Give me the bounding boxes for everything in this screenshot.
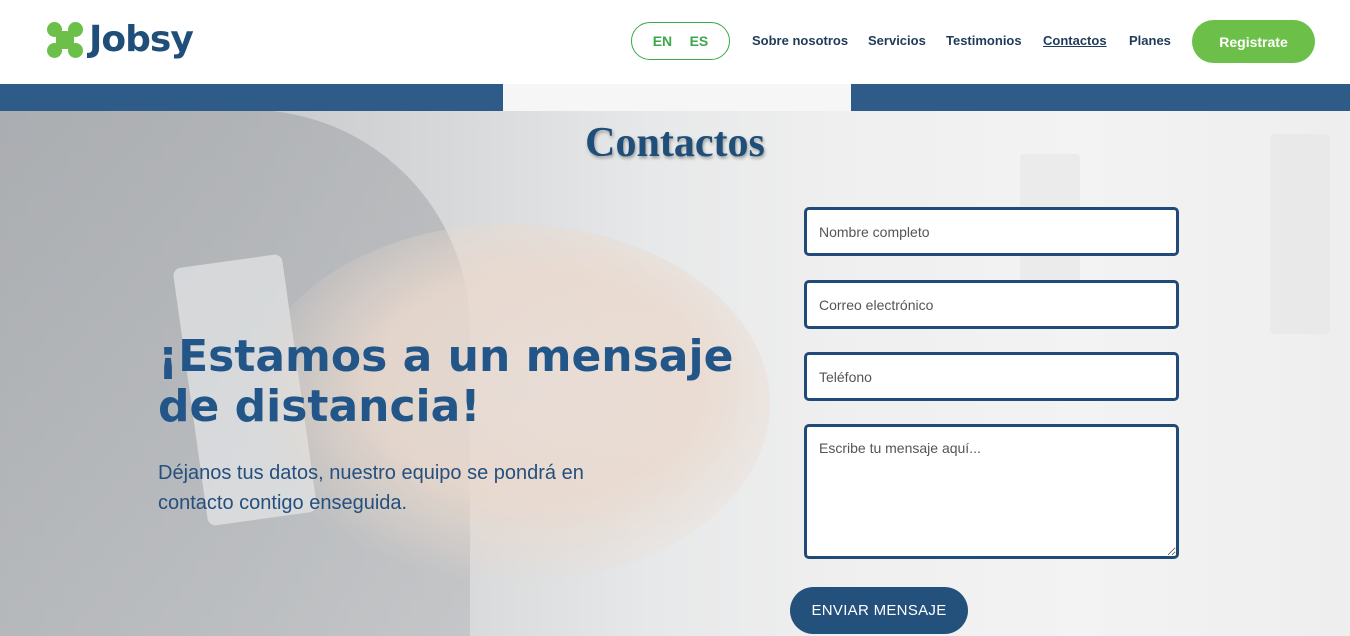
nav-planes[interactable]: Planes [1129, 33, 1171, 48]
contact-hero: Contactos ¡Estamos a un mensaje de dista… [0, 84, 1350, 636]
name-input[interactable] [804, 207, 1179, 256]
email-input[interactable] [804, 280, 1179, 329]
nav-testimonios[interactable]: Testimonios [946, 33, 1022, 48]
language-switch: EN ES [631, 22, 730, 60]
nav-sobre-nosotros[interactable]: Sobre nosotros [752, 33, 848, 48]
jobsy-logo-icon [47, 22, 83, 58]
page-title: Contactos [585, 120, 765, 166]
lang-es[interactable]: ES [690, 33, 709, 49]
nav-servicios[interactable]: Servicios [868, 33, 926, 48]
logo-text: Jobsy [89, 19, 194, 60]
message-textarea[interactable] [804, 424, 1179, 559]
hero-headline: ¡Estamos a un mensaje de distancia! [158, 331, 734, 432]
hero-subtext: Déjanos tus datos, nuestro equipo se pon… [158, 462, 584, 514]
title-tab [503, 84, 851, 111]
lang-en[interactable]: EN [653, 33, 672, 49]
phone-input[interactable] [804, 352, 1179, 401]
send-message-button[interactable]: ENVIAR MENSAJE [790, 587, 968, 634]
register-button[interactable]: Registrate [1192, 20, 1315, 63]
logo[interactable]: Jobsy [47, 19, 194, 60]
title-band-left [0, 84, 503, 111]
site-header: Jobsy EN ES Sobre nosotros Servicios Tes… [0, 0, 1350, 84]
title-band-right [851, 84, 1350, 111]
nav-contactos[interactable]: Contactos [1043, 33, 1107, 48]
